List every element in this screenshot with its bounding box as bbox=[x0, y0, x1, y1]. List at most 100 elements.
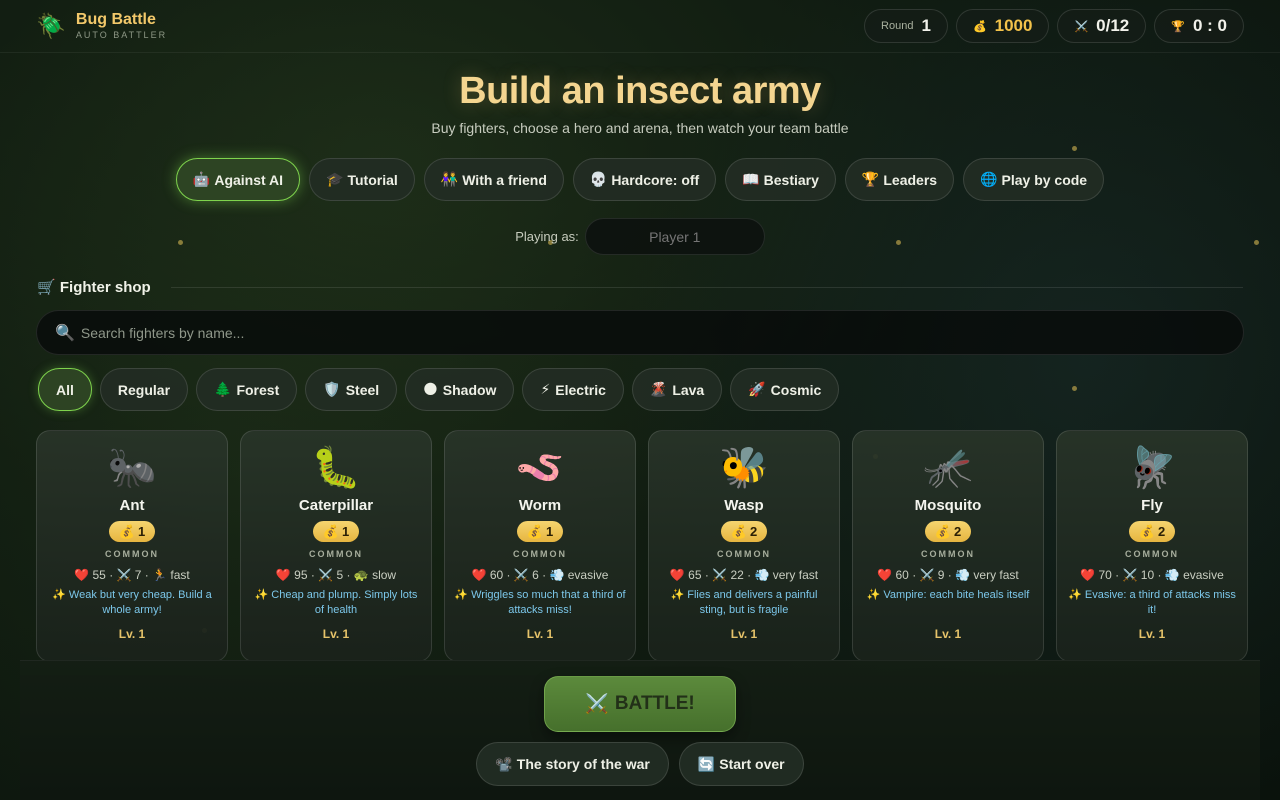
cost-value: 2 bbox=[1157, 524, 1166, 539]
rocket-icon: 🚀 bbox=[748, 381, 766, 397]
mode-label: Bestiary bbox=[763, 171, 819, 188]
cart-icon: 🛒 bbox=[37, 279, 56, 296]
mode-label: Play by code bbox=[1001, 171, 1088, 188]
cost-value: 1 bbox=[341, 524, 350, 539]
mosquito-icon: 🦟 bbox=[923, 446, 973, 490]
mode-label: With a friend bbox=[462, 171, 547, 188]
search-icon: 🔍 bbox=[55, 324, 75, 342]
cost-value: 1 bbox=[545, 524, 554, 539]
round-label: Round bbox=[881, 20, 914, 32]
filter-cosmic[interactable]: 🚀 Cosmic bbox=[730, 368, 840, 411]
fighter-name: Fly bbox=[1141, 497, 1163, 514]
story-label: The story of the war bbox=[516, 756, 650, 772]
crossed-swords-icon: ⚔️ bbox=[585, 694, 609, 715]
mode-label: Hardcore: off bbox=[611, 171, 700, 188]
volcano-icon: 🌋 bbox=[649, 381, 668, 397]
filter-label: All bbox=[56, 381, 74, 398]
filter-chips: All Regular 🌲 Forest 🛡️ Steel 🌑 Shadow ⚡… bbox=[38, 368, 840, 411]
army-pill: ⚔️ 0/12 bbox=[1057, 9, 1147, 43]
skull-icon: 💀 bbox=[589, 171, 608, 187]
fighter-stats: ❤️ 60 · ⚔️ 9 · 💨 very fast bbox=[877, 568, 1019, 582]
trophy-icon: 🏆 bbox=[1171, 20, 1185, 33]
mode-against-ai-button[interactable]: 🤖 Against AI bbox=[175, 158, 301, 201]
rarity-label: COMMON bbox=[717, 549, 771, 559]
bestiary-button[interactable]: 📖 Bestiary bbox=[725, 158, 836, 201]
round-pill: Round 1 bbox=[864, 9, 948, 43]
fighter-card-caterpillar[interactable]: 🐛 Caterpillar 💰 1 COMMON ❤️ 95 · ⚔️ 5 · 🐢… bbox=[240, 430, 432, 662]
mode-tutorial-button[interactable]: 🎓 Tutorial bbox=[309, 158, 415, 201]
filter-shadow[interactable]: 🌑 Shadow bbox=[405, 368, 515, 411]
shield-icon: 🛡️ bbox=[323, 381, 341, 397]
fighter-stats: ❤️ 55 · ⚔️ 7 · 🏃 fast bbox=[74, 568, 190, 582]
fighter-cards: 🐜 Ant 💰 1 COMMON ❤️ 55 · ⚔️ 7 · 🏃 fast ✨ … bbox=[36, 430, 1248, 662]
coins-value: 1000 bbox=[994, 16, 1033, 35]
play-by-code-button[interactable]: 🌐 Play by code bbox=[963, 158, 1105, 201]
brand-title: Bug Battle bbox=[75, 11, 156, 28]
fighter-description: ✨ Cheap and plump. Simply lots of health bbox=[254, 589, 418, 616]
fighter-name: Wasp bbox=[724, 497, 764, 514]
projector-icon: 📽️ bbox=[495, 755, 513, 772]
money-bag-icon: 💰 bbox=[972, 20, 987, 33]
shop-title-text: Fighter shop bbox=[59, 279, 151, 296]
mode-with-friend-button[interactable]: 👫 With a friend bbox=[423, 158, 564, 201]
bee-icon: 🐝 bbox=[719, 446, 769, 490]
fighter-card-worm[interactable]: 🪱 Worm 💰 1 COMMON ❤️ 60 · ⚔️ 6 · 💨 evasiv… bbox=[444, 430, 636, 662]
graduation-cap-icon: 🎓 bbox=[326, 171, 344, 187]
book-icon: 📖 bbox=[742, 171, 760, 187]
stats-bar: Round 1 💰 1000 ⚔️ 0/12 🏆 0 : 0 bbox=[864, 9, 1244, 43]
mode-label: Against AI bbox=[214, 171, 284, 188]
cost-value: 2 bbox=[953, 524, 962, 539]
mode-label: Leaders bbox=[883, 171, 938, 188]
fighter-stats: ❤️ 95 · ⚔️ 5 · 🐢 slow bbox=[275, 568, 397, 582]
coins-pill: 💰 1000 bbox=[955, 9, 1050, 43]
fighter-card-wasp[interactable]: 🐝 Wasp 💰 2 COMMON ❤️ 65 · ⚔️ 22 · 💨 very … bbox=[648, 430, 840, 662]
fighter-stats: ❤️ 60 · ⚔️ 6 · 💨 evasive bbox=[471, 568, 609, 582]
moon-icon: 🌑 bbox=[423, 381, 438, 397]
tree-icon: 🌲 bbox=[214, 381, 232, 397]
cost-value: 2 bbox=[749, 524, 758, 539]
lightning-icon: ⚡ bbox=[540, 381, 551, 397]
leaders-button[interactable]: 🏆 Leaders bbox=[844, 158, 955, 201]
refresh-icon: 🔄 bbox=[697, 755, 716, 772]
score-value: 0 : 0 bbox=[1192, 16, 1227, 35]
search-input[interactable] bbox=[80, 324, 1225, 341]
score-pill: 🏆 0 : 0 bbox=[1154, 9, 1244, 43]
fighter-description: ✨ Vampire: each bite heals itself bbox=[866, 589, 1030, 601]
filter-all[interactable]: All bbox=[38, 368, 92, 411]
fighter-card-mosquito[interactable]: 🦟 Mosquito 💰 2 COMMON ❤️ 60 · ⚔️ 9 · 💨 ve… bbox=[852, 430, 1044, 662]
battle-button[interactable]: ⚔️ BATTLE! bbox=[544, 676, 736, 732]
player-name-input[interactable] bbox=[584, 218, 765, 255]
rarity-label: COMMON bbox=[309, 549, 363, 559]
friends-icon: 👫 bbox=[440, 171, 459, 187]
army-count: 0/12 bbox=[1096, 16, 1130, 35]
filter-lava[interactable]: 🌋 Lava bbox=[631, 368, 723, 411]
filter-label: Cosmic bbox=[770, 381, 822, 398]
fighter-level: Lv. 1 bbox=[1138, 627, 1166, 641]
worm-icon: 🪱 bbox=[515, 446, 565, 490]
start-over-button[interactable]: 🔄 Start over bbox=[678, 742, 804, 786]
fighter-card-fly[interactable]: 🪰 Fly 💰 2 COMMON ❤️ 70 · ⚔️ 10 · 💨 evasiv… bbox=[1056, 430, 1248, 662]
rarity-label: COMMON bbox=[921, 549, 975, 559]
round-value: 1 bbox=[921, 16, 931, 35]
page-title: Build an insect army bbox=[459, 70, 821, 112]
story-button[interactable]: 📽️ The story of the war bbox=[476, 742, 669, 786]
filter-forest[interactable]: 🌲 Forest bbox=[196, 368, 298, 411]
search-bar: 🔍 bbox=[36, 310, 1244, 355]
filter-label: Regular bbox=[117, 381, 171, 398]
filter-steel[interactable]: 🛡️ Steel bbox=[305, 368, 398, 411]
fighter-name: Ant bbox=[119, 497, 145, 514]
fighter-stats: ❤️ 65 · ⚔️ 22 · 💨 very fast bbox=[669, 568, 819, 582]
fighter-level: Lv. 1 bbox=[526, 627, 554, 641]
cost-badge: 💰 2 bbox=[1128, 521, 1176, 542]
robot-icon: 🤖 bbox=[192, 171, 211, 187]
rarity-label: COMMON bbox=[1125, 549, 1179, 559]
filter-label: Lava bbox=[672, 381, 705, 398]
filter-label: Steel bbox=[345, 381, 380, 398]
fighter-description: ✨ Evasive: a third of attacks miss it! bbox=[1068, 589, 1236, 616]
filter-regular[interactable]: Regular bbox=[99, 368, 189, 411]
hardcore-toggle-button[interactable]: 💀 Hardcore: off bbox=[572, 158, 717, 201]
cost-badge: 💰 1 bbox=[516, 521, 564, 542]
battle-label: BATTLE! bbox=[614, 693, 695, 714]
fighter-card-ant[interactable]: 🐜 Ant 💰 1 COMMON ❤️ 55 · ⚔️ 7 · 🏃 fast ✨ … bbox=[36, 430, 228, 662]
filter-electric[interactable]: ⚡ Electric bbox=[522, 368, 624, 411]
